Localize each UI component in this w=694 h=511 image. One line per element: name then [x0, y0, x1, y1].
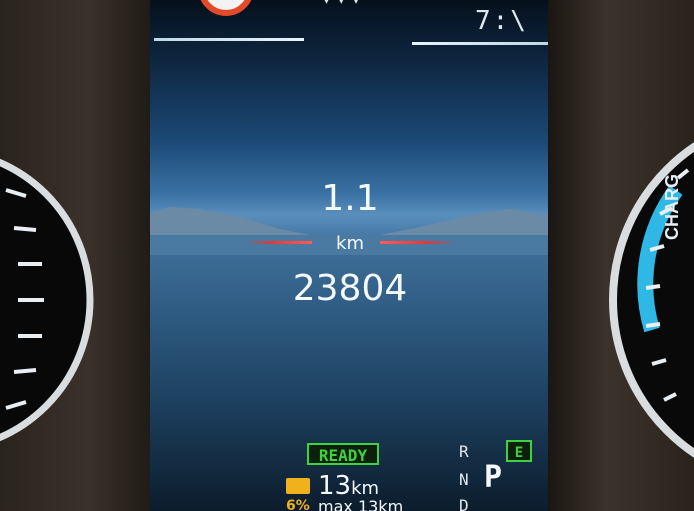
right-power-gauge	[609, 142, 694, 458]
warning-ring-icon	[198, 0, 254, 16]
trip-unit: km	[336, 233, 364, 254]
gear-current: P	[484, 460, 503, 495]
gear-n: N	[459, 470, 469, 489]
max-range: max 13km	[318, 497, 404, 511]
top-bar-right	[412, 42, 548, 45]
left-gauge-tick	[13, 368, 37, 374]
right-gauge-tick	[645, 284, 661, 290]
ready-indicator: READY	[307, 443, 379, 465]
center-display: ▾ ▾ ▾ 7:\ 1.1 km 23804 READY 13km 6% max…	[150, 0, 548, 511]
trip-distance: 1.1	[321, 178, 379, 219]
right-gauge-tick	[645, 322, 661, 328]
right-gauge-label: CHARG	[662, 174, 682, 240]
left-gauge-tick	[13, 226, 37, 232]
gear-r: R	[459, 442, 469, 461]
mode-badge: E	[506, 440, 532, 462]
mountain-left	[150, 207, 310, 235]
range-unit: km	[351, 478, 380, 499]
top-bar-left	[154, 38, 304, 41]
gear-d: D	[459, 496, 469, 511]
lane-line-right	[380, 241, 456, 244]
instrument-cluster-photo: CHARG ▾ ▾ ▾ 7:\ 1.1 km 23804 READY 13km …	[0, 0, 694, 511]
top-right-glyph: 7:\	[475, 6, 528, 36]
top-status-glyph: ▾ ▾ ▾	[322, 0, 361, 9]
battery-icon	[286, 478, 310, 494]
mountain-right	[380, 209, 548, 235]
battery-percent: 6%	[286, 498, 310, 511]
lane-line-left	[246, 241, 312, 244]
odometer: 23804	[292, 268, 408, 309]
left-speedometer-gauge	[0, 158, 94, 442]
